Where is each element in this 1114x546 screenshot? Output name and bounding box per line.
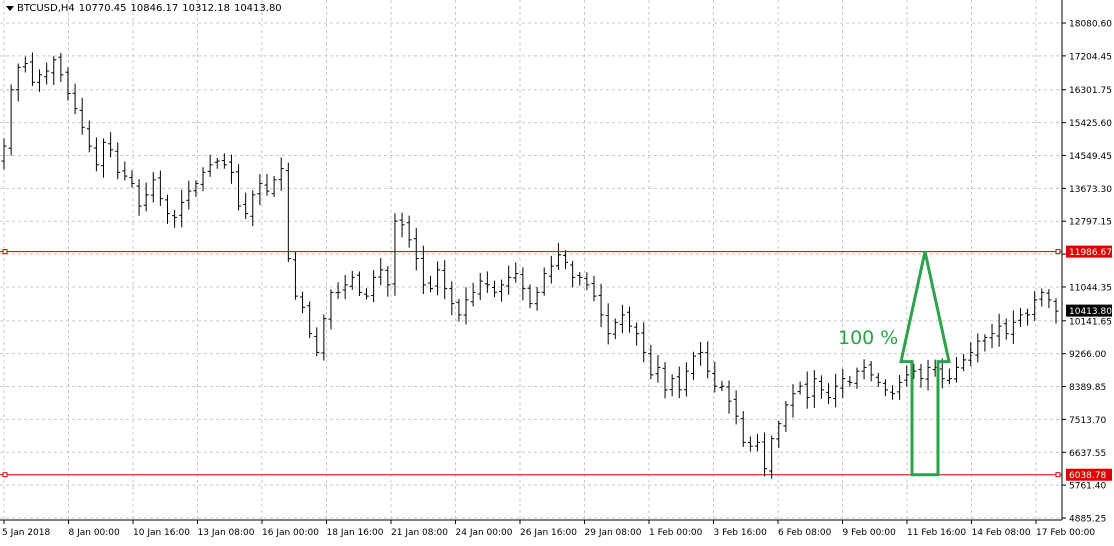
y-tick-label: 10141.65 <box>1069 317 1112 327</box>
current-price-text: 10413.80 <box>1069 307 1112 317</box>
dropdown-triangle-icon[interactable] <box>6 5 14 11</box>
symbol-label: BTCUSD,H4 <box>17 3 75 14</box>
x-tick-label: 5 Jan 2018 <box>2 528 50 538</box>
x-tick-label: 8 Jan 00:00 <box>69 528 121 538</box>
x-tick-label: 11 Feb 16:00 <box>907 528 966 538</box>
x-tick-label: 3 Feb 16:00 <box>714 528 768 538</box>
level-price-text: 6038.78 <box>1069 471 1106 481</box>
chart-header: BTCUSD,H4 10770.45 10846.17 10312.18 10413.8… <box>6 3 286 14</box>
level-price-text: 11986.67 <box>1069 248 1112 258</box>
y-tick-label: 9266.00 <box>1069 350 1106 360</box>
x-tick-label: 1 Feb 00:00 <box>649 528 703 538</box>
y-tick-label: 4885.25 <box>1069 515 1106 525</box>
close-value: 10413.80 <box>233 3 282 14</box>
x-tick-label: 29 Jan 08:00 <box>585 528 642 538</box>
x-tick-label: 16 Jan 00:00 <box>262 528 319 538</box>
price-chart[interactable]: 100 % 18080.60 17204.45 16301.75 15425.60 14… <box>0 0 1114 542</box>
x-tick-label: 21 Jan 08:00 <box>391 528 448 538</box>
x-tick-label: 18 Jan 16:00 <box>327 528 384 538</box>
x-tick-label: 24 Jan 00:00 <box>456 528 513 538</box>
chart-background <box>0 0 1114 542</box>
x-tick-label: 10 Jan 16:00 <box>133 528 190 538</box>
y-tick-label: 16301.75 <box>1069 86 1112 96</box>
x-tick-label: 9 Feb 00:00 <box>843 528 897 538</box>
y-tick-label: 8389.85 <box>1069 383 1106 393</box>
open-value: 10770.45 <box>78 3 127 14</box>
y-tick-label: 12797.15 <box>1069 218 1112 228</box>
x-tick-label: 6 Feb 08:00 <box>778 528 832 538</box>
level-handle-right[interactable] <box>1055 249 1061 255</box>
y-tick-label: 18080.60 <box>1069 20 1112 30</box>
y-tick-label: 5761.40 <box>1069 482 1106 492</box>
y-tick-label: 14549.45 <box>1069 152 1112 162</box>
x-tick-label: 14 Feb 08:00 <box>972 528 1031 538</box>
x-tick-label: 26 Jan 16:00 <box>520 528 577 538</box>
y-tick-label: 11044.35 <box>1069 283 1112 293</box>
x-tick-label: 13 Jan 08:00 <box>198 528 255 538</box>
level-handle-left[interactable] <box>2 472 8 478</box>
chart-area[interactable]: 100 % 18080.60 17204.45 16301.75 15425.60 14… <box>0 0 1114 542</box>
y-tick-label: 13673.30 <box>1069 185 1112 195</box>
y-tick-label: 6637.55 <box>1069 449 1106 459</box>
y-tick-label: 15425.60 <box>1069 119 1112 129</box>
y-tick-label: 7513.70 <box>1069 416 1106 426</box>
level-handle-left[interactable] <box>2 249 8 255</box>
high-value: 10846.17 <box>130 3 179 14</box>
y-tick-label: 17204.45 <box>1069 52 1112 62</box>
x-tick-label: 17 Feb 00:00 <box>1036 528 1095 538</box>
low-value: 10312.18 <box>182 3 230 14</box>
level-handle-right[interactable] <box>1055 472 1061 478</box>
annotation-text: 100 % <box>838 327 898 349</box>
